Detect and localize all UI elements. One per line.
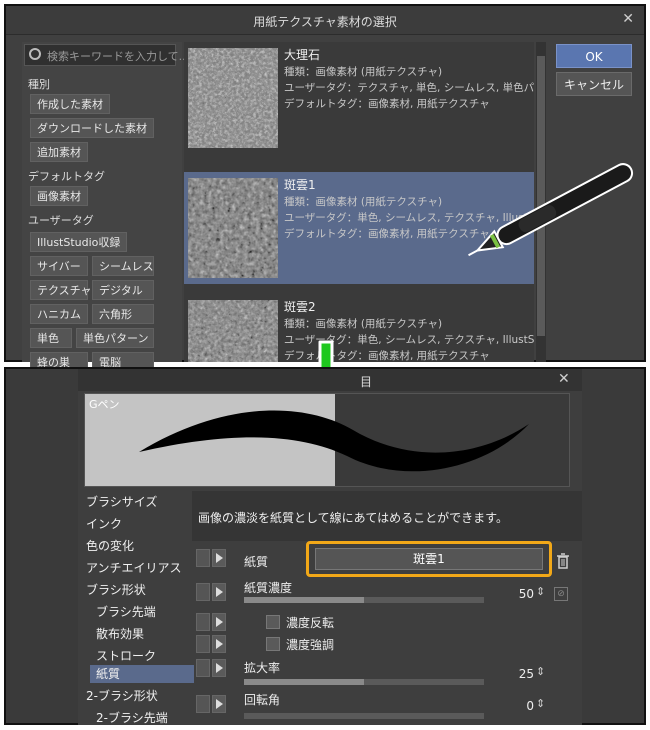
- tag-hexagon[interactable]: 六角形: [92, 304, 154, 324]
- section-user-tag: ユーザータグ: [28, 214, 94, 227]
- tag-honeycomb[interactable]: ハニカム: [30, 304, 88, 324]
- category-2-brush-shape[interactable]: 2-ブラシ形状: [86, 687, 158, 704]
- rotation-label: 回転角: [244, 693, 281, 707]
- dialog-titlebar: 用紙テクスチャ素材の選択 ✕: [6, 6, 644, 35]
- material-item-marble[interactable]: 大理石 種類：画像素材 (用紙テクスチャ) ユーザータグ：テクスチャ, 単色, …: [184, 42, 534, 154]
- cancel-button[interactable]: キャンセル: [556, 72, 632, 96]
- expand-icon[interactable]: [212, 583, 226, 601]
- category-description: 画像の濃淡を紙質として線にあてはめることができます。: [192, 491, 582, 541]
- tag-downloaded[interactable]: ダウンロードした素材: [30, 118, 154, 138]
- category-stroke[interactable]: ストローク: [96, 647, 156, 664]
- expand-icon[interactable]: [212, 659, 226, 677]
- category-color-change[interactable]: 色の変化: [86, 537, 134, 554]
- dialog-title: 用紙テクスチャ素材の選択: [253, 15, 397, 29]
- expand-icon[interactable]: [212, 549, 226, 567]
- category-ink[interactable]: インク: [86, 515, 122, 532]
- search-placeholder: 検索キーワードを入力して...: [47, 50, 190, 63]
- pressure-icon[interactable]: ⊘: [554, 587, 568, 601]
- tag-texture[interactable]: テクスチャ: [30, 280, 92, 300]
- tag-monochrome[interactable]: 単色: [30, 328, 72, 348]
- search-icon: [29, 48, 41, 60]
- material-name: 斑雲2: [284, 300, 316, 314]
- expand-icon[interactable]: [212, 613, 226, 631]
- paper-density-slider[interactable]: [244, 597, 484, 603]
- brush-stroke-preview: [139, 410, 529, 472]
- search-input[interactable]: 検索キーワードを入力して...: [24, 44, 189, 66]
- show-in-toolprop-toggle[interactable]: [196, 549, 210, 567]
- madaragumo1-thumbnail: [188, 178, 278, 278]
- material-user-tags: ユーザータグ：テクスチャ, 単色, シームレス, 単色パターン: [284, 82, 534, 94]
- material-name: 大理石: [284, 48, 321, 62]
- material-item-madaragumo2[interactable]: 斑雲2 種類：画像素材 (用紙テクスチャ) ユーザータグ：単色, シームレス, …: [184, 294, 534, 362]
- show-in-toolprop-toggle[interactable]: [196, 659, 210, 677]
- emphasize-density-checkbox[interactable]: [266, 637, 280, 651]
- rotation-slider[interactable]: [244, 713, 484, 719]
- category-brush-size[interactable]: ブラシサイズ: [86, 493, 157, 510]
- material-kind: 種類：画像素材 (用紙テクスチャ): [284, 196, 443, 208]
- description-text: 画像の濃淡を紙質として線にあてはめることができます。: [198, 511, 508, 525]
- material-kind: 種類：画像素材 (用紙テクスチャ): [284, 66, 443, 78]
- section-kind: 種別: [28, 78, 50, 91]
- category-brush-shape[interactable]: ブラシ形状: [86, 581, 146, 598]
- show-in-toolprop-toggle[interactable]: [196, 583, 210, 601]
- tag-illuststudio[interactable]: IllustStudio収録: [30, 232, 128, 252]
- spin-icon[interactable]: ⇕: [536, 585, 545, 598]
- subtool-detail-panel: 目 ✕ Gペン ブラシサイズ インク 色の変化 アンチエイリアス ブラシ形状 ブ…: [78, 369, 582, 725]
- paper-texture-selector[interactable]: 斑雲1: [315, 548, 543, 570]
- tag-image-material[interactable]: 画像素材: [30, 186, 88, 206]
- show-in-toolprop-toggle[interactable]: [196, 635, 210, 653]
- texture-select-dialog: 用紙テクスチャ素材の選択 ✕ 検索キーワードを入力して... 種別 作成した素材…: [4, 4, 646, 372]
- material-default-tags: デフォルトタグ：画像素材, 用紙テクスチャ: [284, 98, 490, 110]
- material-name: 斑雲1: [284, 178, 316, 192]
- tag-created[interactable]: 作成した素材: [30, 94, 110, 114]
- marble-thumbnail: [188, 48, 278, 148]
- show-in-toolprop-toggle[interactable]: [196, 695, 210, 713]
- scale-slider[interactable]: [244, 679, 484, 685]
- category-spray-effect[interactable]: 散布効果: [96, 625, 144, 642]
- spin-icon[interactable]: ⇕: [536, 697, 545, 710]
- expand-icon[interactable]: [212, 695, 226, 713]
- tag-cyber[interactable]: サイバー: [30, 256, 88, 276]
- paper-label: 紙質: [244, 555, 269, 569]
- category-antialias[interactable]: アンチエイリアス: [86, 559, 182, 576]
- pen-tablet-stylus-illustration: [468, 163, 634, 257]
- madaragumo2-thumbnail: [188, 300, 278, 362]
- category-brush-tip[interactable]: ブラシ先端: [96, 603, 156, 620]
- emphasize-density-label: 濃度強調: [286, 638, 335, 652]
- panel-titlebar: 目 ✕: [78, 369, 582, 391]
- invert-density-checkbox[interactable]: [266, 615, 280, 629]
- expand-icon[interactable]: [212, 635, 226, 653]
- spin-icon[interactable]: ⇕: [536, 665, 545, 678]
- material-kind: 種類：画像素材 (用紙テクスチャ): [284, 318, 443, 330]
- trash-icon[interactable]: [556, 553, 570, 569]
- show-in-toolprop-toggle[interactable]: [196, 613, 210, 631]
- subtool-detail-frame: 目 ✕ Gペン ブラシサイズ インク 色の変化 アンチエイリアス ブラシ形状 ブ…: [4, 367, 646, 725]
- invert-density-label: 濃度反転: [286, 616, 335, 630]
- paper-density-label: 紙質濃度: [244, 581, 293, 595]
- paper-highlight-box: 斑雲1: [306, 541, 552, 577]
- category-paper-texture[interactable]: 紙質: [90, 665, 194, 683]
- panel-close-icon[interactable]: ✕: [558, 371, 570, 387]
- panel-title: 目: [360, 375, 373, 389]
- ok-button[interactable]: OK: [556, 44, 632, 68]
- tag-mono-pattern[interactable]: 単色パターン: [76, 328, 154, 348]
- filter-pane: 検索キーワードを入力して... 種別 作成した素材 ダウンロードした素材 追加素…: [22, 42, 189, 372]
- tag-digital[interactable]: デジタル: [92, 280, 154, 300]
- paper-density-value[interactable]: 50: [504, 587, 534, 601]
- scale-label: 拡大率: [244, 661, 281, 675]
- tag-added[interactable]: 追加素材: [30, 142, 88, 162]
- brush-preview: Gペン: [84, 393, 570, 487]
- scale-value[interactable]: 25: [504, 667, 534, 681]
- rotation-value[interactable]: 0: [504, 699, 534, 713]
- close-icon[interactable]: ✕: [622, 11, 634, 27]
- category-2-brush-tip[interactable]: 2-ブラシ先端: [96, 709, 168, 726]
- section-default-tag: デフォルトタグ: [28, 170, 105, 183]
- tag-seamless[interactable]: シームレス: [92, 256, 154, 276]
